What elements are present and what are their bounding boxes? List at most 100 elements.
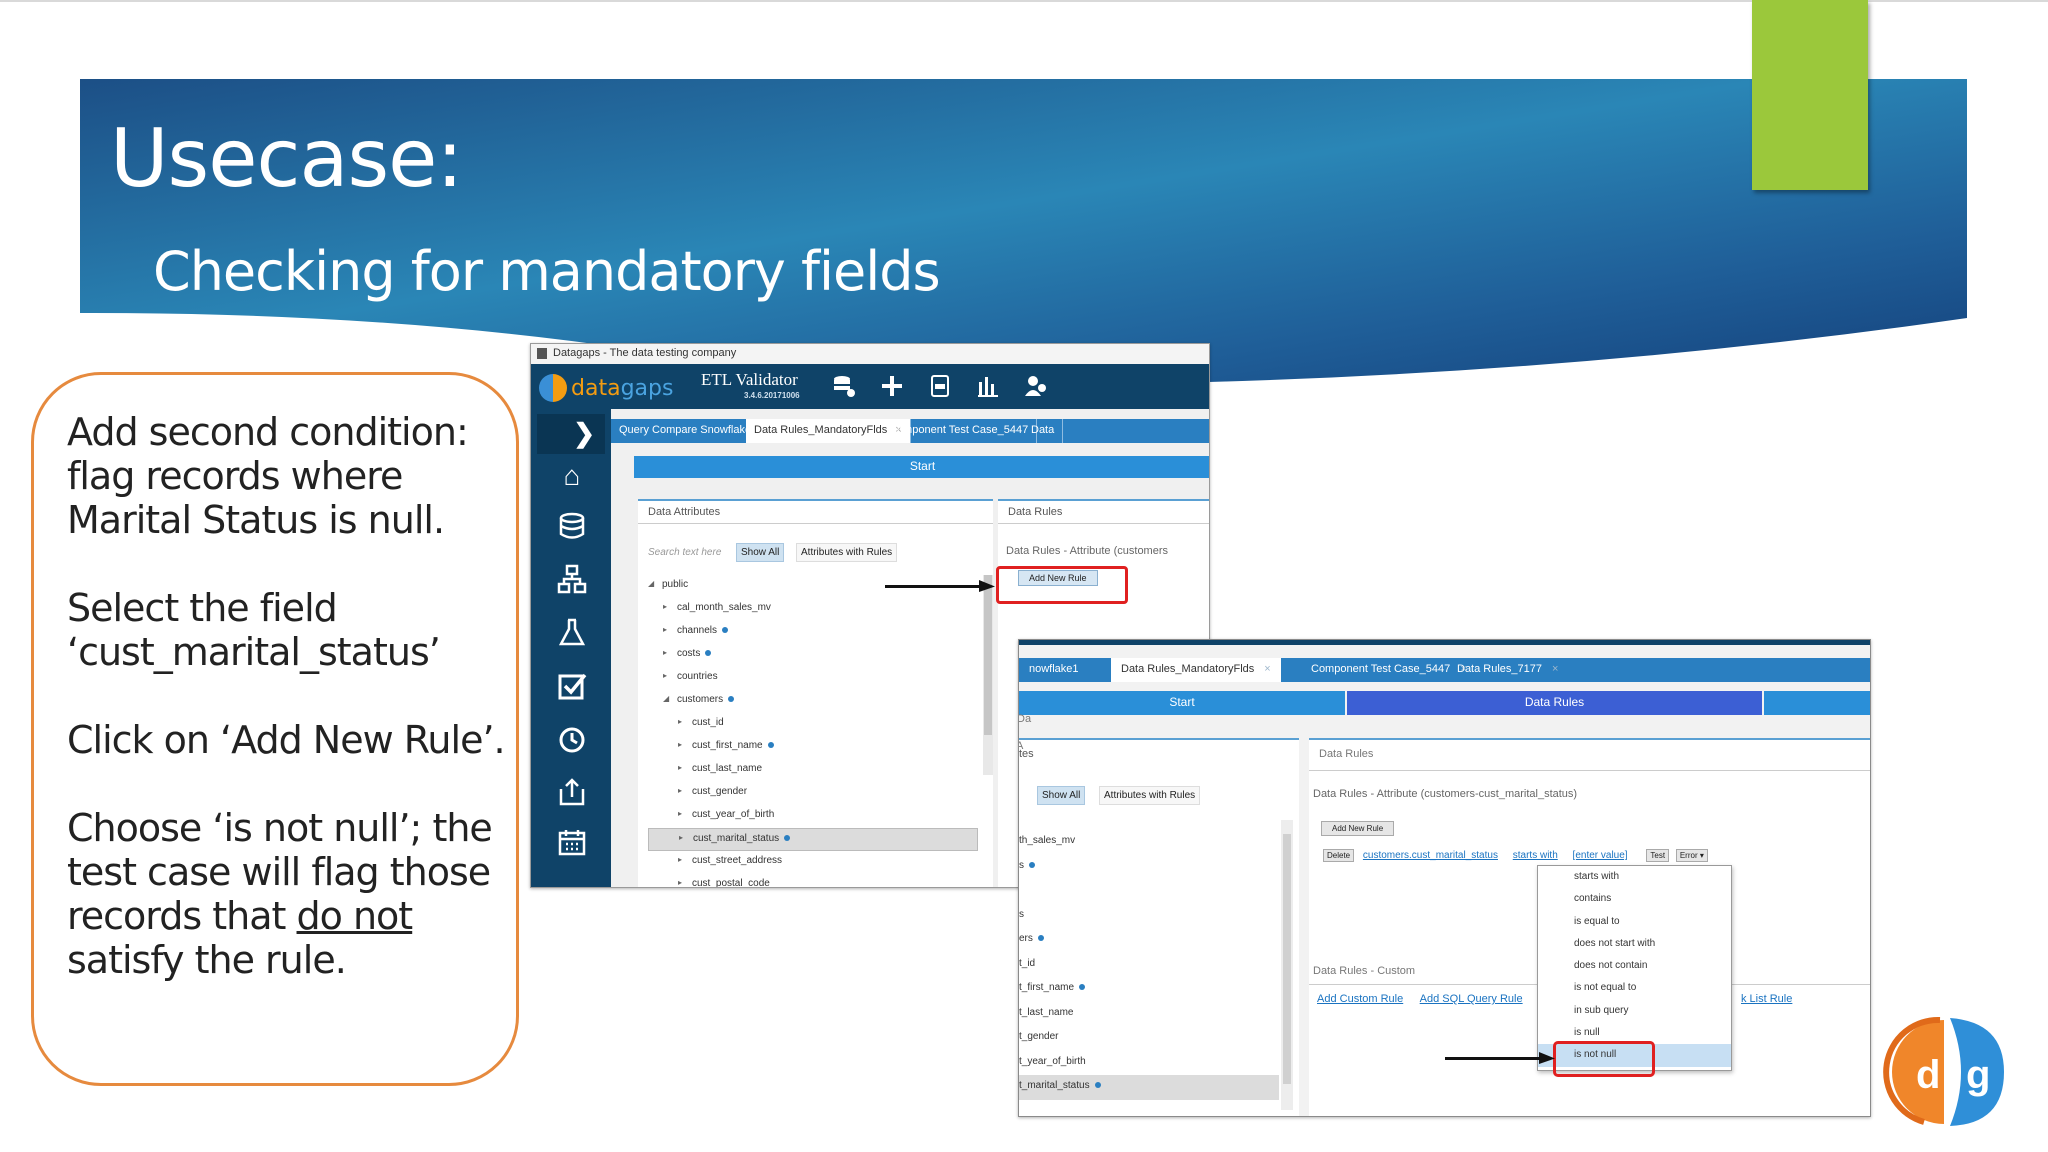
attribute-tree-scrollbar[interactable] <box>983 575 993 775</box>
tree-item-label: t_first_name <box>1019 982 1086 993</box>
operator-option[interactable]: contains <box>1538 888 1731 910</box>
tree-item[interactable]: ▸ cust_postal_code <box>648 874 978 887</box>
tab-data[interactable]: Data <box>1023 419 1064 443</box>
tree-item[interactable]: t_first_name <box>1019 977 1279 1002</box>
calendar-icon[interactable] <box>555 827 589 861</box>
app-screenshot-2: nowflake1 Data Rules_MandatoryFlds × Comp… <box>1018 639 1871 1117</box>
expand-arrow-icon[interactable]: ▸ <box>678 809 682 818</box>
custom-rules-title: Data Rules - Custom <box>1313 965 1416 977</box>
tree-item-label: costs <box>677 648 712 659</box>
tree-item-label: s <box>1019 908 1024 920</box>
expand-arrow-icon[interactable]: ▸ <box>663 602 667 611</box>
rule-field-link[interactable]: customers.cust_marital_status <box>1363 850 1498 861</box>
add-custom-rule-link[interactable]: Add Custom Rule <box>1317 993 1403 1005</box>
tree-item[interactable]: ▸ cust_gender <box>648 782 978 805</box>
tab-data-rules-7177[interactable]: Data Rules_7177 × <box>1447 658 1568 682</box>
start-step-button[interactable]: Start <box>634 456 1209 478</box>
tab-query-compare[interactable]: Query Compare Snowflake1 <box>611 419 767 443</box>
show-all-button[interactable]: Show All <box>736 543 785 562</box>
tree-item[interactable]: s <box>1019 904 1279 929</box>
tree-item[interactable] <box>1019 879 1279 904</box>
sql-file-icon[interactable] <box>927 373 953 399</box>
tree-item[interactable]: th_sales_mv <box>1019 830 1279 855</box>
tree-item-label: t_id <box>1019 957 1036 969</box>
expand-chevron-icon[interactable]: ❯ <box>537 414 605 454</box>
delete-rule-button[interactable]: Delete <box>1323 849 1355 862</box>
tab-component-test-case[interactable]: Component Test Case_5447 <box>881 419 1038 443</box>
tree-item-label: cust_street_address <box>692 855 783 866</box>
start-step-button-2[interactable]: Start <box>1019 691 1345 715</box>
instruction-step-2: Select the field ‘cust_marital_status’ <box>67 586 441 674</box>
expand-arrow-icon[interactable]: ▸ <box>678 740 682 749</box>
expand-arrow-icon[interactable]: ▸ <box>679 833 683 842</box>
operator-option[interactable]: does not start with <box>1538 933 1731 955</box>
expand-arrow-icon[interactable]: ▸ <box>663 648 667 657</box>
collapse-arrow-icon[interactable]: ◢ <box>663 694 669 703</box>
data-attributes-title: Data Attributes <box>638 501 993 524</box>
tree-item[interactable]: t_last_name <box>1019 1002 1279 1027</box>
tree-item[interactable]: t_marital_status <box>1019 1075 1279 1100</box>
instruction-text: Add second condition: flag records where… <box>67 410 507 1026</box>
rule-value-link[interactable]: [enter value] <box>1573 850 1628 861</box>
tree-item[interactable]: ▸ cust_year_of_birth <box>648 805 978 828</box>
users-icon[interactable] <box>1023 373 1049 399</box>
attribute-tree-scrollbar-2[interactable] <box>1281 820 1293 1110</box>
operator-option[interactable]: in sub query <box>1538 1000 1731 1022</box>
tree-item[interactable]: s <box>1019 855 1279 880</box>
hierarchy-icon[interactable] <box>555 564 589 598</box>
expand-arrow-icon[interactable]: ▸ <box>678 878 682 887</box>
history-icon[interactable] <box>555 725 589 759</box>
tree-item[interactable]: ▸ channels <box>648 621 978 644</box>
attributes-with-rules-button-2[interactable]: Attributes with Rules <box>1099 786 1201 805</box>
expand-arrow-icon[interactable]: ▸ <box>663 671 667 680</box>
export-icon[interactable] <box>555 777 589 811</box>
flask-icon[interactable] <box>555 617 589 651</box>
operator-option[interactable]: is equal to <box>1538 911 1731 933</box>
operator-option[interactable]: does not contain <box>1538 955 1731 977</box>
home-icon[interactable]: ⌂ <box>555 459 589 493</box>
attributes-with-rules-button[interactable]: Attributes with Rules <box>796 543 898 562</box>
operator-option[interactable]: is not equal to <box>1538 977 1731 999</box>
tab-snowflake[interactable]: nowflake1 <box>1019 658 1089 682</box>
checkbox-icon[interactable] <box>555 671 589 705</box>
attribute-search-input[interactable]: Search text here <box>648 547 721 558</box>
tree-item[interactable]: ▸ countries <box>648 667 978 690</box>
data-rules-title: Data Rules <box>998 501 1209 524</box>
add-new-rule-button-2[interactable]: Add New Rule <box>1321 821 1395 836</box>
list-rule-link[interactable]: k List Rule <box>1741 993 1792 1005</box>
tree-item[interactable]: t_year_of_birth <box>1019 1051 1279 1076</box>
tab-data-rules-mandatory-2[interactable]: Data Rules_MandatoryFlds × <box>1111 658 1281 682</box>
database-stack-icon[interactable] <box>831 373 857 399</box>
tree-item[interactable]: ▸ cust_street_address <box>648 851 978 874</box>
show-all-button-2[interactable]: Show All <box>1037 786 1086 805</box>
tree-item[interactable]: ◢ customers <box>648 690 978 713</box>
add-sql-query-rule-link[interactable]: Add SQL Query Rule <box>1420 993 1523 1005</box>
bar-chart-icon[interactable] <box>975 373 1001 399</box>
plus-icon[interactable] <box>879 373 905 399</box>
expand-arrow-icon[interactable]: ▸ <box>678 717 682 726</box>
data-attributes-panel: Data Attributes Search text here Show Al… <box>638 499 993 887</box>
tree-item[interactable]: ▸ cust_first_name <box>648 736 978 759</box>
rule-operator-link[interactable]: starts with <box>1513 850 1558 861</box>
expand-arrow-icon[interactable]: ▸ <box>678 763 682 772</box>
tree-item[interactable]: ▸ cal_month_sales_mv <box>648 598 978 621</box>
expand-arrow-icon[interactable]: ▸ <box>678 855 682 864</box>
expand-arrow-icon[interactable]: ▸ <box>663 625 667 634</box>
tree-item[interactable]: ▸ costs <box>648 644 978 667</box>
operator-option[interactable]: starts with <box>1538 866 1731 888</box>
database-icon[interactable] <box>555 511 589 545</box>
tree-item[interactable]: ▸ cust_marital_status <box>648 828 978 851</box>
collapse-arrow-icon[interactable]: ◢ <box>648 579 654 588</box>
tree-item-label: cal_month_sales_mv <box>677 602 771 613</box>
expand-arrow-icon[interactable]: ▸ <box>678 786 682 795</box>
tree-item[interactable]: t_id <box>1019 953 1279 978</box>
severity-select[interactable]: Error ▾ <box>1675 849 1708 862</box>
pointer-arrow-add-new-rule <box>885 580 995 592</box>
tree-item[interactable]: ers <box>1019 928 1279 953</box>
tree-item[interactable]: ▸ cust_id <box>648 713 978 736</box>
tree-item-label: cust_marital_status <box>693 833 791 844</box>
data-rules-step-button[interactable]: Data Rules <box>1347 691 1762 715</box>
tree-item[interactable]: t_gender <box>1019 1026 1279 1051</box>
tree-item[interactable]: ▸ cust_last_name <box>648 759 978 782</box>
test-rule-button[interactable]: Test <box>1646 849 1670 862</box>
